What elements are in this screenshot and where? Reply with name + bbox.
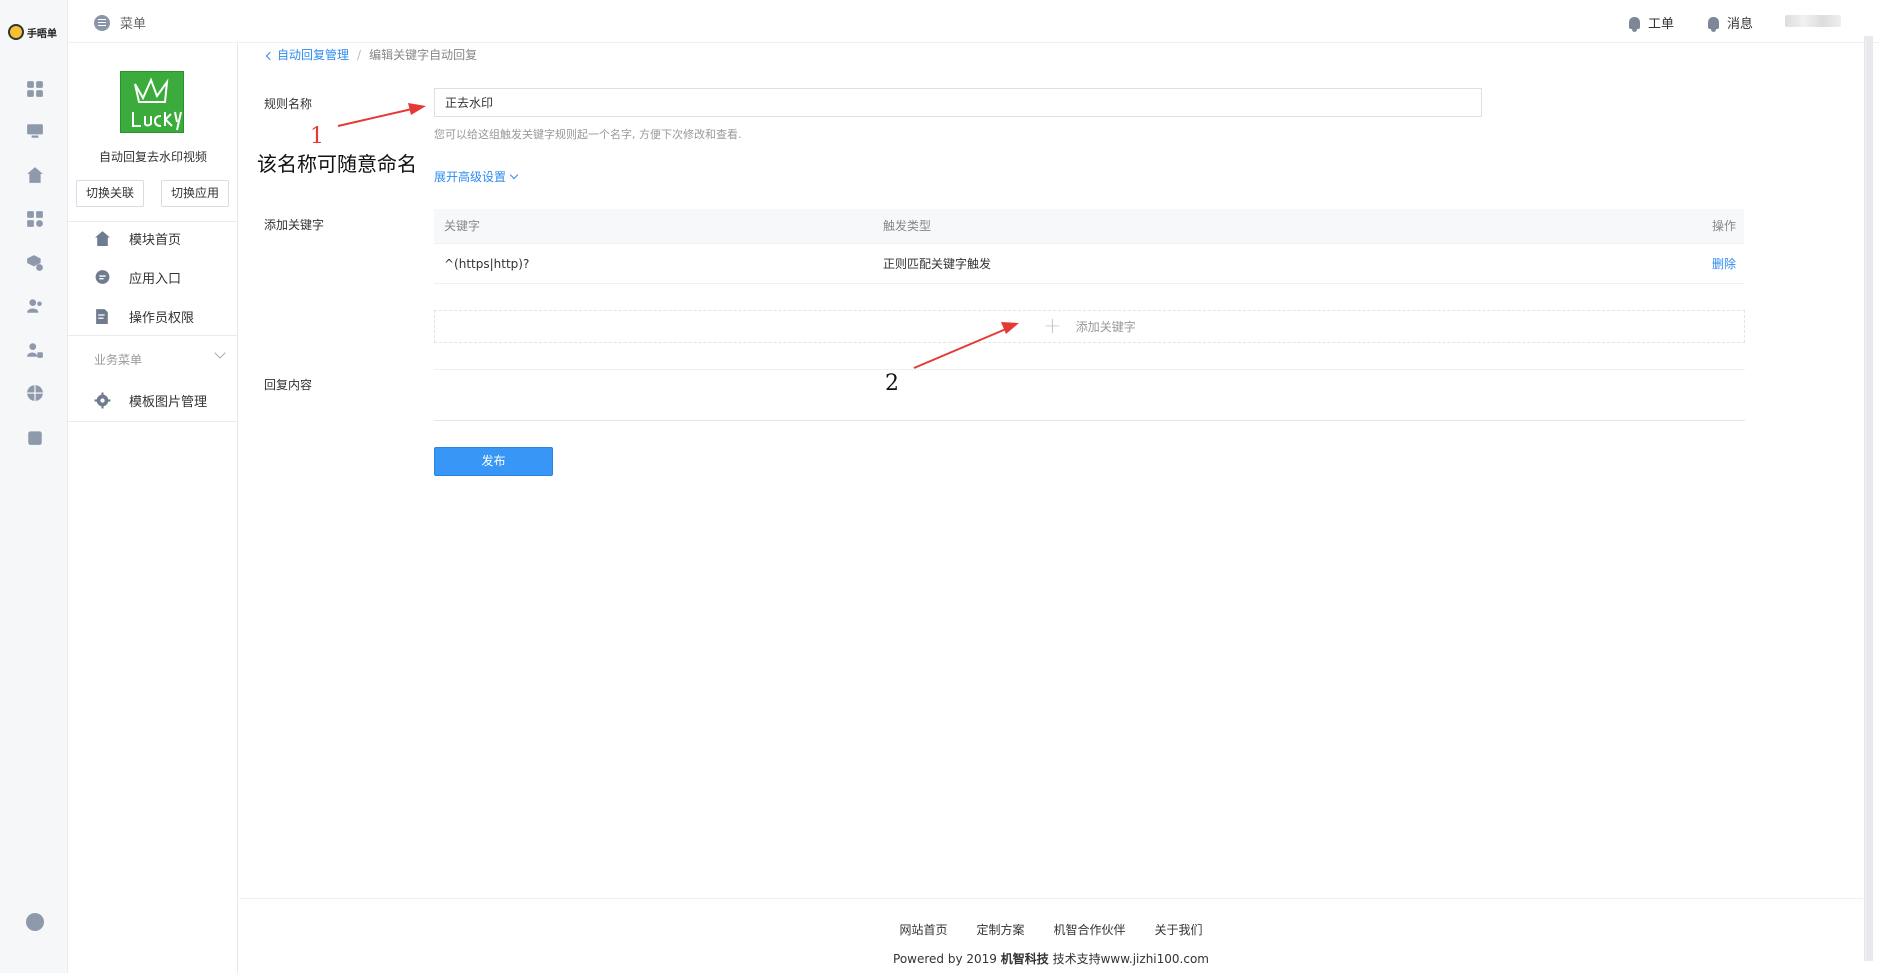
main-content: 自动回复管理 / 编辑关键字自动回复 规则名称 您可以给这组触发关键字规则起一个…	[239, 43, 1879, 973]
sidebar-divider	[68, 335, 238, 336]
breadcrumb: 自动回复管理 / 编辑关键字自动回复	[265, 46, 478, 63]
footer-link-about[interactable]: 关于我们	[1155, 921, 1203, 938]
breadcrumb-separator: /	[357, 47, 362, 62]
work-order-button[interactable]: 工单	[1629, 13, 1674, 32]
menu-toggle-button[interactable]: 菜单	[94, 13, 146, 32]
trigger-type-cell: 正则匹配关键字触发	[883, 257, 992, 271]
brand-logo[interactable]: 手晤单	[8, 24, 57, 40]
annotation-marker-1: 1	[310, 124, 324, 149]
doc-edit-icon	[96, 309, 108, 324]
breadcrumb-parent-link[interactable]: 自动回复管理	[265, 46, 349, 63]
brand-face-icon	[8, 24, 24, 40]
switch-app-button[interactable]: 切换应用	[161, 180, 230, 207]
sidebar-divider	[68, 421, 238, 422]
user-lock-icon[interactable]	[25, 341, 45, 361]
annotation-marker-2: 2	[885, 371, 899, 396]
box-settings-icon[interactable]	[25, 254, 45, 274]
footer-copyright: Powered by 2019 机智科技 技术支持www.jizhi100.co…	[893, 952, 1209, 966]
reply-divider	[434, 369, 1745, 370]
header-action: 操作	[1711, 219, 1736, 233]
chevron-down-icon	[509, 170, 519, 179]
switch-link-button[interactable]: 切换关联	[76, 180, 145, 207]
messages-label: 消息	[1727, 17, 1754, 32]
home-icon[interactable]	[25, 166, 45, 186]
add-keyword-label: 添加关键字	[264, 218, 325, 232]
chevron-down-icon[interactable]	[214, 347, 226, 359]
page-scrollbar[interactable]	[1864, 36, 1873, 961]
sidebar-item-module-home[interactable]: 模块首页	[94, 229, 181, 248]
globe-icon[interactable]	[25, 384, 45, 404]
dashboard-icon[interactable]	[25, 80, 45, 100]
plus-icon: +	[1043, 314, 1062, 339]
publish-button[interactable]: 发布	[434, 447, 553, 476]
sidebar-item-app-entry[interactable]: 应用入口	[94, 268, 181, 287]
menu-icon	[94, 14, 110, 31]
sidebar-item-label: 应用入口	[129, 272, 182, 287]
sidebar-divider	[68, 221, 238, 222]
users-icon[interactable]	[25, 297, 45, 317]
rule-name-label: 规则名称	[264, 97, 313, 111]
header-keyword: 关键字	[444, 219, 481, 233]
sidebar-item-operator-permissions[interactable]: 操作员权限	[94, 307, 194, 326]
sidebar-item-label: 模块首页	[129, 233, 182, 248]
brand-logo-text: 手晤单	[27, 28, 57, 40]
shop-bag-icon[interactable]	[25, 428, 45, 448]
app-sidebar: 自动回复去水印视频 切换关联 切换应用 模块首页 应用入口 操作员权限 业务菜单…	[68, 43, 238, 973]
sidebar-item-label: 操作员权限	[129, 311, 195, 326]
work-order-label: 工单	[1648, 17, 1675, 32]
footer-link-partners[interactable]: 机智合作伙伴	[1054, 921, 1126, 938]
add-keyword-button-label: 添加关键字	[1075, 320, 1136, 334]
chevron-left-icon	[265, 51, 275, 61]
page-footer: 网站首页 定制方案 机智合作伙伴 关于我们 Powered by 2019 机智…	[239, 898, 1863, 973]
footer-link-custom[interactable]: 定制方案	[976, 921, 1024, 938]
menu-label: 菜单	[120, 17, 147, 32]
reply-divider	[434, 420, 1745, 421]
app-name: 自动回复去水印视频	[98, 150, 207, 164]
sidebar-item-template-images[interactable]: 模板图片管理	[94, 391, 207, 410]
footer-link-home[interactable]: 网站首页	[899, 921, 947, 938]
add-keyword-button[interactable]: + 添加关键字	[434, 310, 1745, 343]
gear-icon	[94, 392, 111, 409]
header-trigger-type: 触发类型	[883, 219, 932, 233]
keyword-table: 关键字 触发类型 操作 ^(https|http)? 正则匹配关键字触发 删除	[434, 209, 1744, 284]
keyword-cell: ^(https|http)?	[444, 257, 530, 271]
messages-button[interactable]: 消息	[1708, 13, 1753, 32]
expand-advanced-link[interactable]: 展开高级设置	[434, 168, 519, 185]
lock-icon[interactable]	[26, 913, 44, 931]
delete-link[interactable]: 删除	[1712, 244, 1736, 284]
breadcrumb-current: 编辑关键字自动回复	[369, 48, 478, 62]
chat-icon	[95, 270, 110, 284]
table-header-row: 关键字 触发类型 操作	[434, 209, 1744, 244]
scrollbar-thumb[interactable]	[1866, 36, 1873, 961]
top-bar: 菜单 工单 消息	[68, 0, 1879, 43]
sidebar-section-title[interactable]: 业务菜单	[94, 351, 142, 368]
app-logo-image	[120, 71, 184, 133]
user-avatar[interactable]	[1785, 15, 1841, 27]
icon-rail: 手晤单	[0, 0, 68, 973]
bell-icon	[1708, 16, 1719, 32]
reply-content-label: 回复内容	[264, 378, 313, 392]
home-icon	[95, 231, 110, 246]
rule-name-hint: 您可以给这组触发关键字规则起一个名字, 方便下次修改和查看.	[434, 128, 742, 141]
sidebar-item-label: 模板图片管理	[129, 395, 208, 410]
table-row: ^(https|http)? 正则匹配关键字触发 删除	[434, 244, 1744, 284]
annotation-note: 该名称可随意命名	[257, 152, 417, 176]
rule-name-input[interactable]	[434, 88, 1482, 117]
footer-links: 网站首页 定制方案 机智合作伙伴 关于我们	[239, 921, 1863, 938]
apps-settings-icon[interactable]	[25, 210, 45, 230]
bell-icon	[1629, 16, 1640, 32]
monitor-icon[interactable]	[25, 122, 45, 142]
